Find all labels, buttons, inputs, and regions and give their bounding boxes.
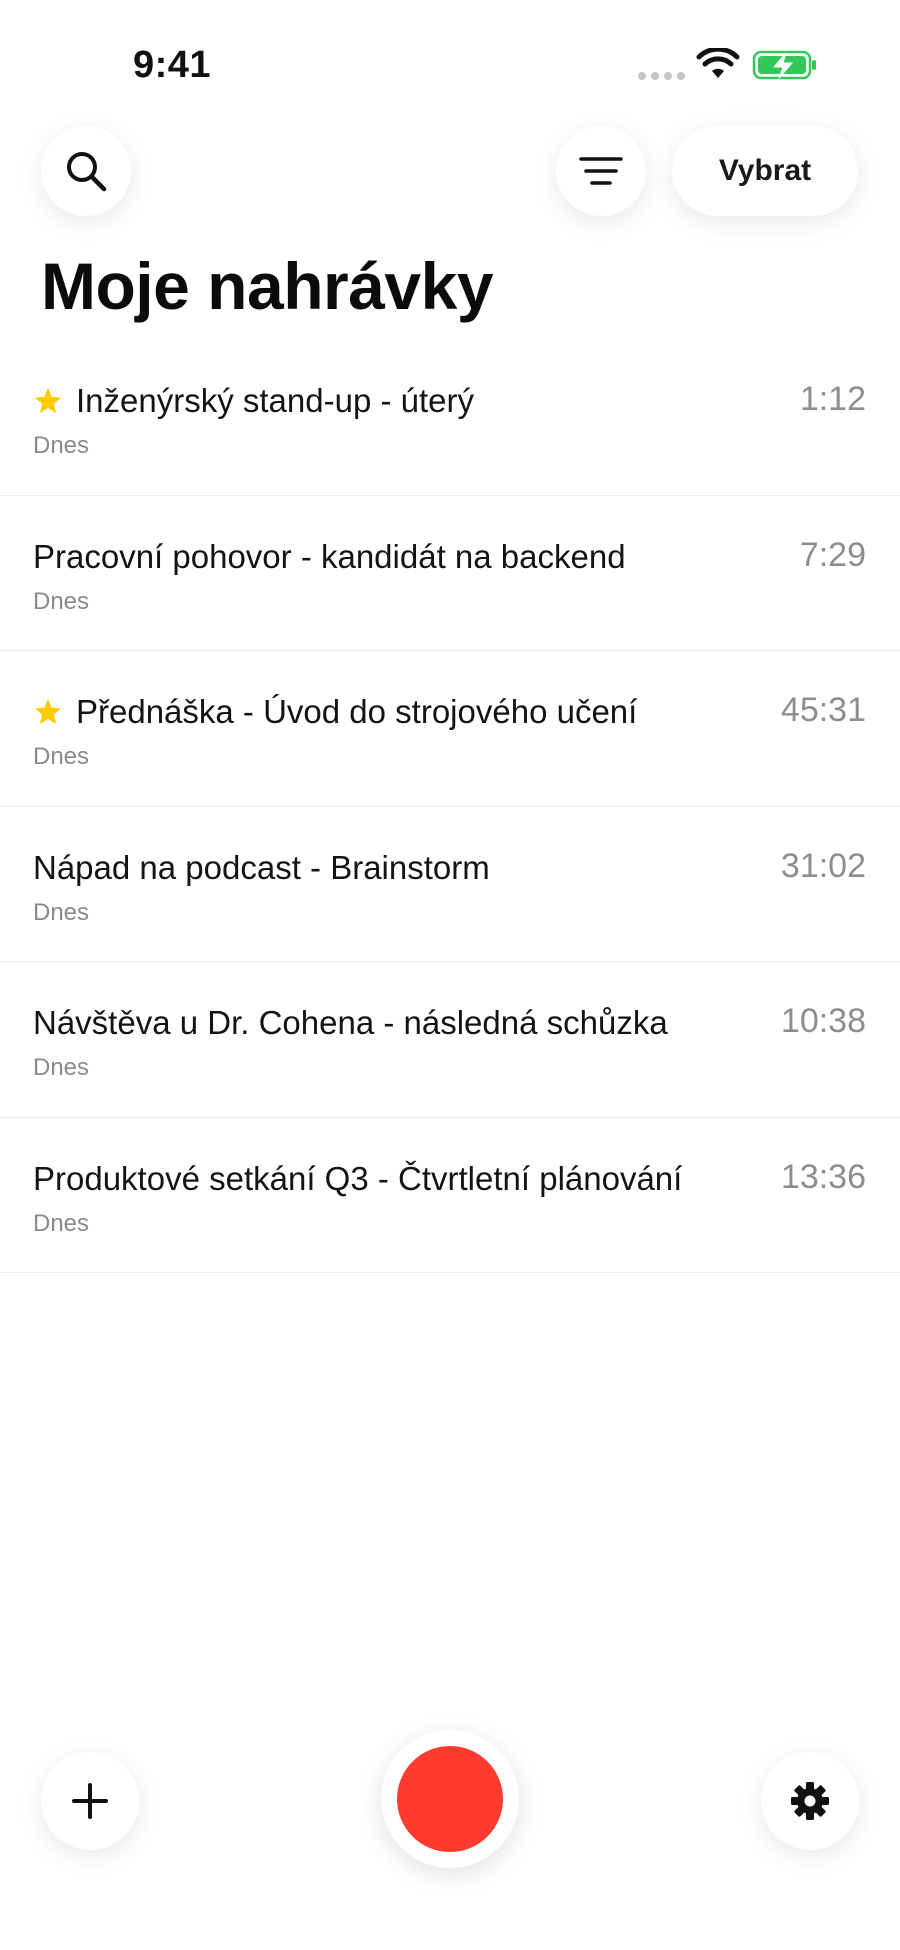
recording-duration: 31:02	[780, 846, 866, 885]
battery-charging-icon	[752, 50, 816, 80]
recording-date: Dnes	[33, 1209, 90, 1237]
recording-row[interactable]: Nápad na podcast - Brainstorm Dnes 31:02	[0, 807, 900, 962]
settings-button[interactable]	[761, 1752, 859, 1850]
select-button[interactable]: Vybrat	[672, 126, 858, 216]
wifi-icon	[696, 48, 740, 78]
record-icon	[397, 1746, 503, 1852]
gear-icon	[791, 1782, 829, 1820]
filter-lines-icon	[579, 157, 623, 185]
recording-title: Pracovní pohovor - kandidát na backend	[33, 537, 626, 575]
recording-duration: 7:29	[799, 535, 866, 574]
filter-button[interactable]	[556, 126, 646, 216]
recording-title: Přednáška - Úvod do strojového učení	[76, 693, 638, 730]
recording-duration: 10:38	[780, 1002, 866, 1040]
recording-list: Inženýrský stand-up - úterý Dnes 1:12 Pr…	[0, 340, 900, 1273]
recording-date: Dnes	[33, 432, 90, 459]
signal-dots-icon	[638, 72, 685, 80]
plus-icon	[72, 1783, 108, 1819]
recording-date: Dnes	[33, 587, 90, 615]
recording-title: Produktové setkání Q3 - Čtvrtletní pláno…	[33, 1159, 683, 1197]
search-button[interactable]	[41, 126, 131, 216]
recording-duration: 45:31	[780, 691, 866, 729]
recording-date: Dnes	[33, 1054, 90, 1081]
recording-date: Dnes	[33, 743, 90, 770]
recording-row[interactable]: Přednáška - Úvod do strojového učení Dne…	[0, 651, 900, 807]
search-icon	[67, 152, 107, 192]
record-button[interactable]	[381, 1730, 519, 1868]
status-bar: 9:41	[0, 0, 900, 110]
recording-title: Návštěva u Dr. Cohena - následná schůzka	[33, 1004, 668, 1041]
recording-row[interactable]: Pracovní pohovor - kandidát na backend D…	[0, 496, 900, 651]
recording-row[interactable]: Produktové setkání Q3 - Čtvrtletní pláno…	[0, 1118, 900, 1273]
add-button[interactable]	[41, 1752, 139, 1850]
recording-title: Nápad na podcast - Brainstorm	[33, 848, 490, 886]
star-icon	[34, 387, 62, 413]
recording-title: Inženýrský stand-up - úterý	[76, 382, 474, 419]
star-icon	[34, 698, 62, 724]
recording-row[interactable]: Návštěva u Dr. Cohena - následná schůzka…	[0, 962, 900, 1118]
recording-duration: 1:12	[799, 380, 866, 418]
page-title: Moje nahrávky	[41, 249, 494, 323]
recording-duration: 13:36	[780, 1157, 866, 1196]
recording-date: Dnes	[33, 898, 90, 926]
recording-row[interactable]: Inženýrský stand-up - úterý Dnes 1:12	[0, 340, 900, 496]
status-time: 9:41	[133, 44, 212, 86]
